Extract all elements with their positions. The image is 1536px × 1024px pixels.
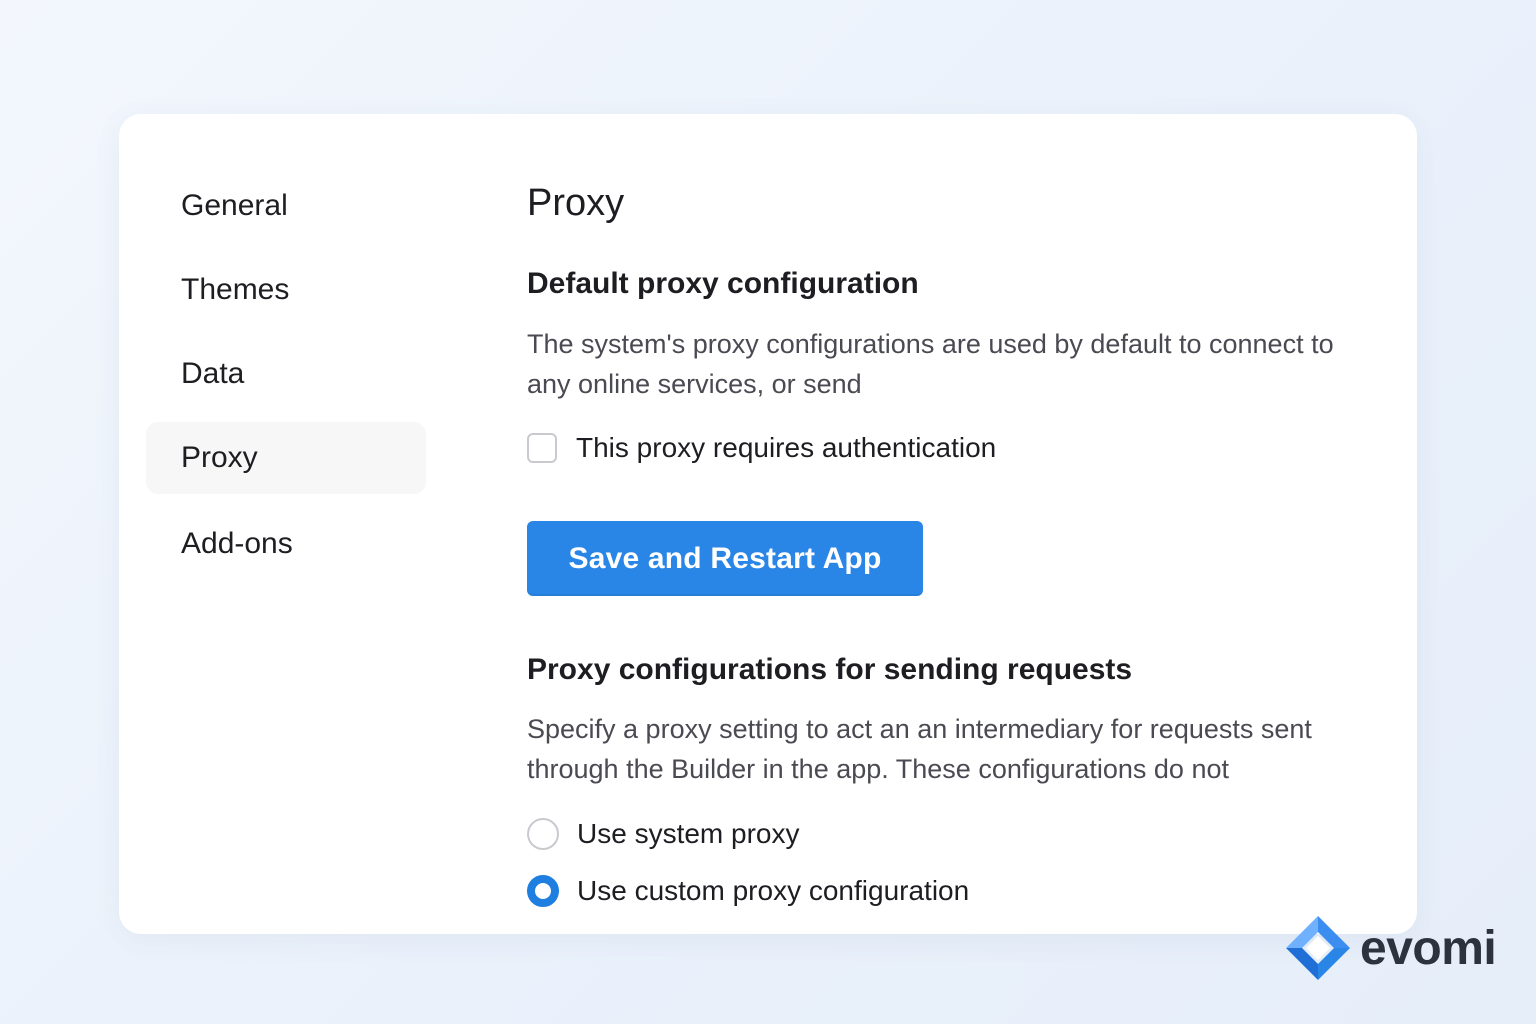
radio-row-custom-proxy[interactable]: Use custom proxy configuration	[527, 875, 969, 907]
sidebar-item-data[interactable]: Data	[146, 338, 426, 410]
sidebar-item-themes[interactable]: Themes	[146, 254, 426, 326]
auth-checkbox-label: This proxy requires authentication	[576, 432, 997, 463]
sidebar-item-label: Proxy	[181, 441, 258, 474]
requests-proxy-description: Specify a proxy setting to act an an int…	[527, 714, 1312, 784]
auth-checkbox[interactable]	[527, 433, 557, 463]
custom-proxy-radio[interactable]	[527, 875, 559, 907]
sidebar-item-label: Themes	[181, 273, 290, 306]
radio-row-system-proxy[interactable]: Use system proxy	[527, 818, 800, 850]
sidebar-item-general[interactable]: General	[146, 170, 426, 242]
sidebar-item-add-ons[interactable]: Add-ons	[146, 508, 426, 580]
system-proxy-radio[interactable]	[527, 818, 559, 850]
brand-watermark: evomi	[1282, 912, 1497, 984]
default-proxy-description: The system's proxy configurations are us…	[527, 329, 1334, 399]
default-proxy-section-title: Default proxy configuration	[527, 267, 919, 300]
radio-label: Use custom proxy configuration	[577, 875, 970, 906]
auth-checkbox-row[interactable]: This proxy requires authentication	[527, 432, 996, 464]
settings-panel: General Themes Data Proxy Add-ons Proxy …	[119, 114, 1417, 934]
save-and-restart-button[interactable]: Save and Restart App	[527, 521, 923, 596]
page-title: Proxy	[527, 182, 625, 224]
brand-name: evomi	[1360, 921, 1497, 975]
sidebar-item-proxy[interactable]: Proxy	[146, 422, 426, 494]
evomi-logo-icon	[1286, 916, 1350, 980]
sidebar-item-label: Add-ons	[181, 527, 293, 560]
sidebar-item-label: General	[181, 189, 288, 222]
sidebar-item-label: Data	[181, 357, 245, 390]
requests-proxy-section-title: Proxy configurations for sending request…	[527, 653, 1133, 686]
radio-label: Use system proxy	[577, 818, 800, 849]
